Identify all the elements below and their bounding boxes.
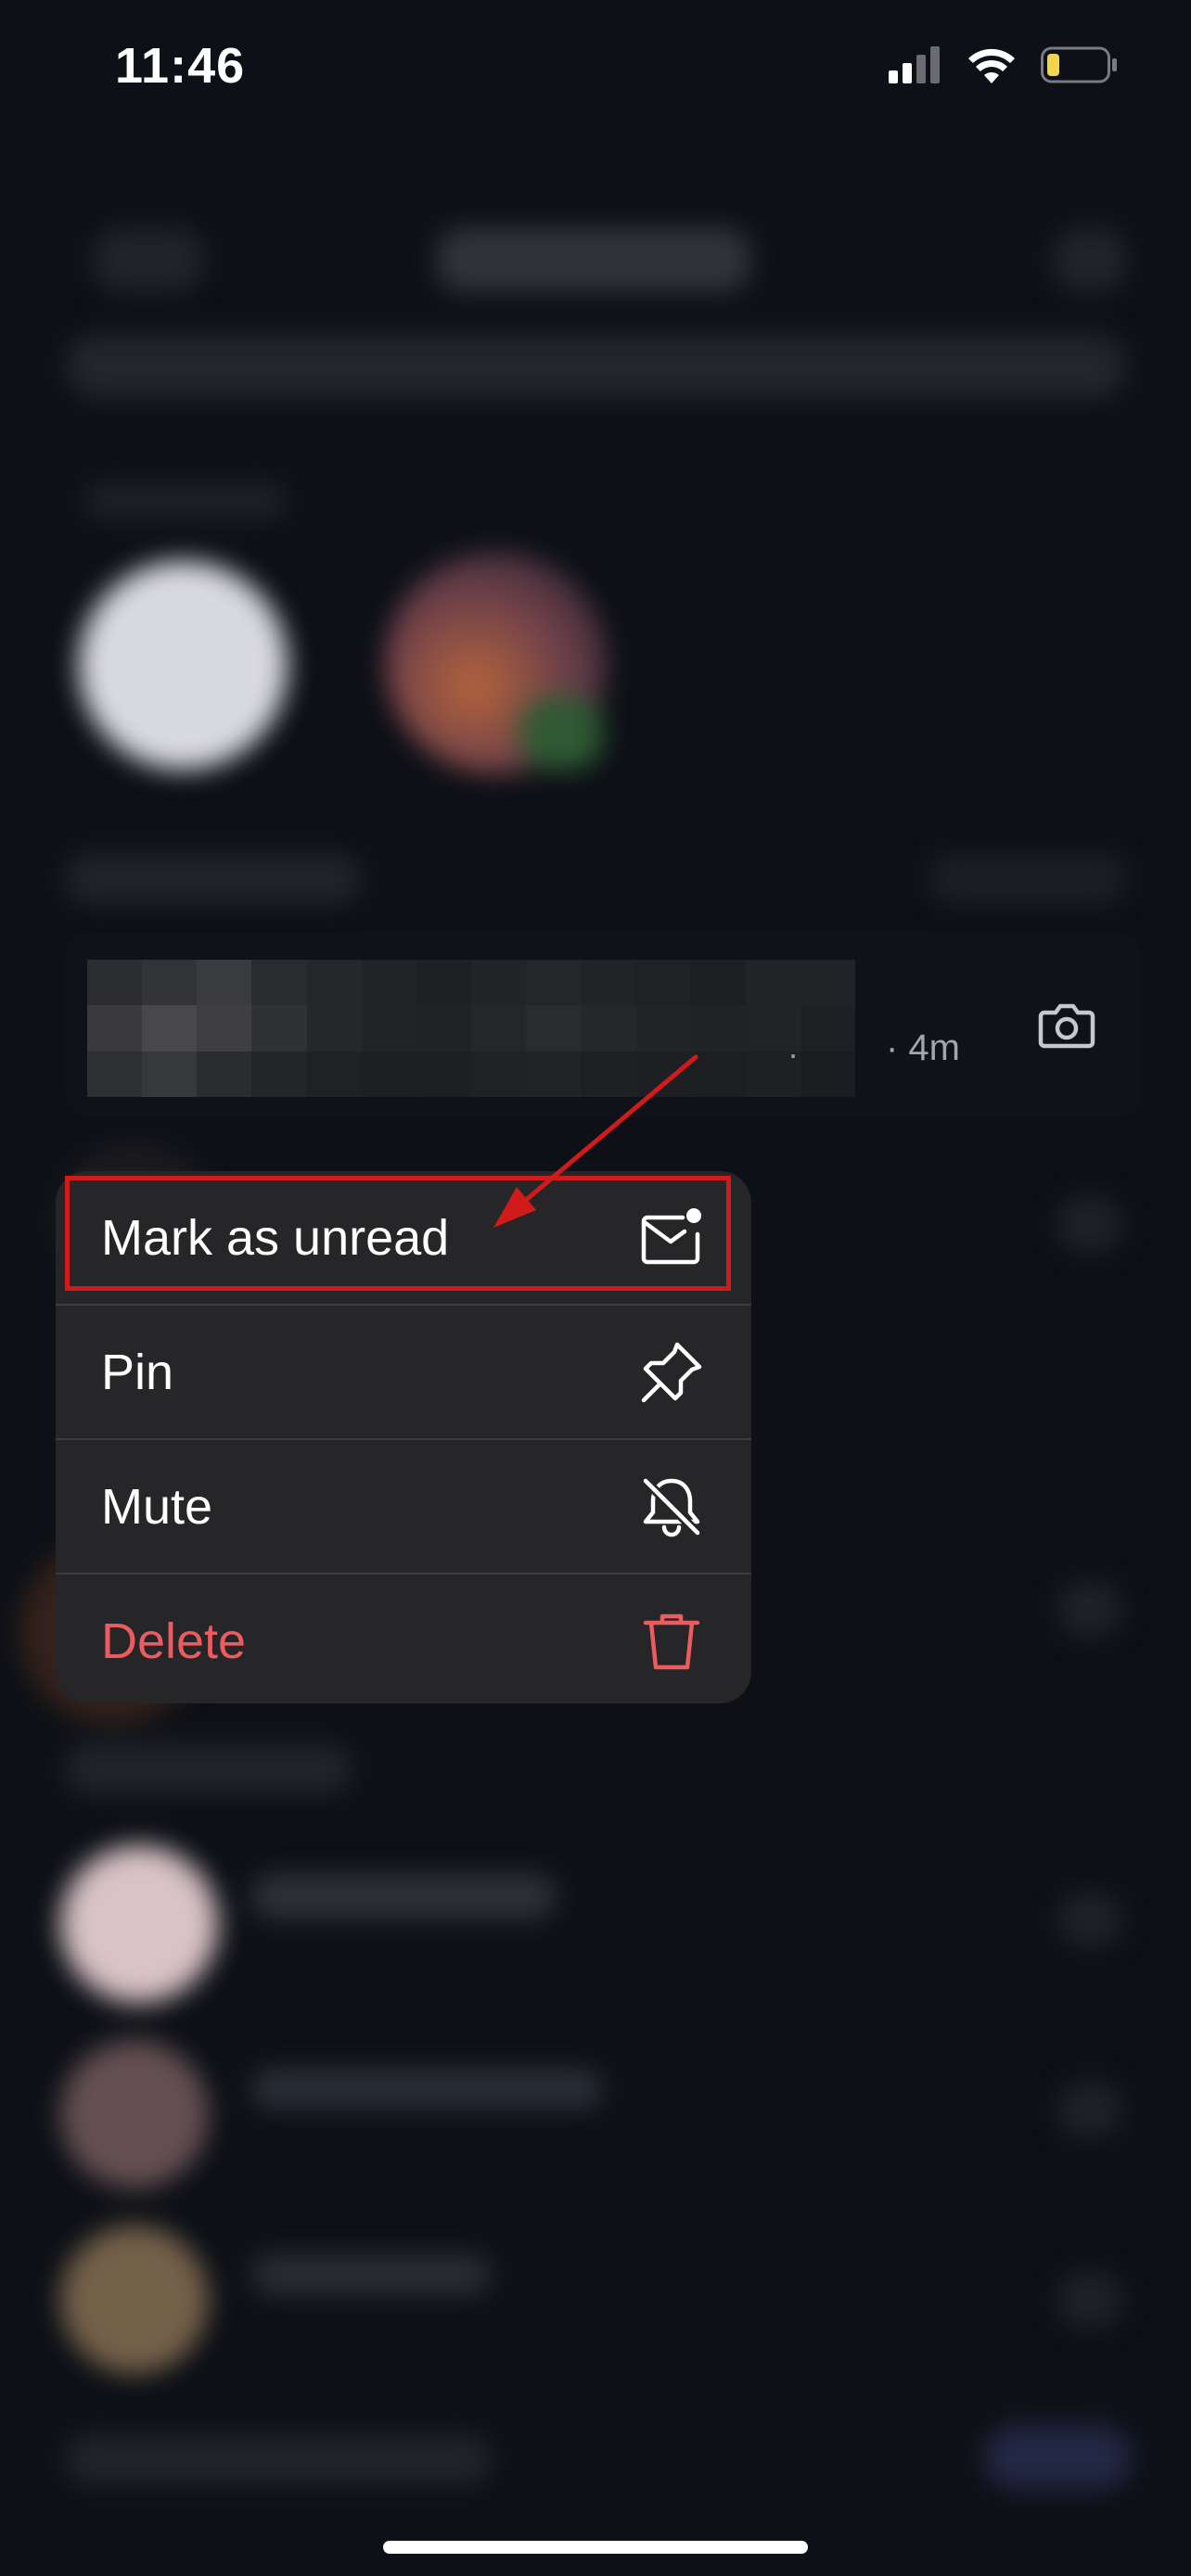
redaction-pixel [416, 960, 471, 1006]
menu-item-delete[interactable]: Delete [56, 1575, 751, 1703]
avatar-blur [60, 2040, 209, 2188]
menu-item-label: Mark as unread [101, 1209, 450, 1266]
redaction-pixel [197, 1005, 252, 1052]
trash-icon [643, 1613, 700, 1669]
search-bar-blur [65, 334, 1127, 399]
redaction-pixel [416, 1051, 471, 1097]
redaction-pixel [251, 960, 307, 1006]
redaction-pixel [526, 1051, 582, 1097]
redaction-pixel [361, 960, 416, 1006]
status-icons [889, 46, 1117, 83]
redaction-pixel [635, 1005, 691, 1052]
redaction-pixel [526, 960, 582, 1006]
text-blur [250, 1873, 557, 1919]
redaction-pixel [142, 1005, 198, 1052]
note-blur [83, 482, 288, 519]
avatar-blur [519, 695, 603, 770]
back-button-blur [93, 227, 204, 292]
camera-icon[interactable] [1035, 994, 1098, 1057]
redaction-pixel [306, 1051, 362, 1097]
wifi-icon [968, 48, 1015, 83]
menu-item-label: Delete [101, 1613, 247, 1669]
title-blur [436, 227, 751, 292]
redaction-pixel [87, 1005, 143, 1052]
redacted-conversation-preview [87, 960, 855, 1097]
menu-item-mute[interactable]: Mute [56, 1440, 751, 1573]
redaction-pixel [581, 1051, 636, 1097]
redaction-pixel [745, 960, 800, 1006]
compose-button-blur [1053, 227, 1127, 292]
redaction-pixel [800, 1005, 855, 1052]
avatar-blur [79, 561, 288, 770]
redaction-pixel [800, 1051, 855, 1097]
cellular-signal-icon [889, 46, 940, 83]
redaction-pixel [87, 960, 143, 1006]
section-label-blur [65, 1743, 352, 1794]
avatar-blur [60, 2225, 209, 2374]
text-blur [250, 2068, 603, 2110]
row-action-blur [1057, 1892, 1122, 1947]
redaction-pixel [87, 1051, 143, 1097]
redaction-pixel [526, 1005, 582, 1052]
redaction-pixel [197, 960, 252, 1006]
redaction-pixel [470, 960, 527, 1006]
redaction-pixel [197, 1051, 252, 1097]
row-action-blur [1057, 1196, 1122, 1252]
requests-link-blur [928, 853, 1127, 904]
redaction-pixel [251, 1005, 307, 1052]
menu-item-pin[interactable]: Pin [56, 1306, 751, 1438]
redaction-pixel [361, 1005, 416, 1052]
status-time: 11:46 [115, 38, 246, 94]
pin-icon [641, 1342, 702, 1402]
row-action-blur [1057, 2082, 1122, 2137]
redaction-pixel [690, 1005, 746, 1052]
footer-button-blur [983, 2425, 1132, 2490]
redaction-pixel [470, 1051, 527, 1097]
menu-item-label: Mute [101, 1478, 213, 1535]
redaction-pixel [306, 1005, 362, 1052]
bell-slash-icon [640, 1474, 703, 1538]
mail-unread-icon [641, 1207, 701, 1264]
footer-label-blur [65, 2434, 492, 2485]
redaction-pixel [470, 1005, 527, 1052]
messages-screen: 11:46 . · 4m Mark as unread Pin Mute Del… [0, 0, 1191, 2576]
focused-conversation-row[interactable] [65, 932, 1141, 1117]
redaction-pixel [361, 1051, 416, 1097]
redaction-pixel [142, 960, 198, 1006]
redaction-pixel [635, 1051, 691, 1097]
section-label-blur [65, 853, 362, 904]
row-action-blur [1057, 1581, 1122, 1637]
row-action-blur [1057, 2272, 1122, 2327]
battery-low-icon [1041, 46, 1117, 83]
avatar-blur [60, 1845, 218, 2003]
redaction-pixel [142, 1051, 198, 1097]
conversation-time: · 4m [886, 1027, 960, 1068]
redaction-pixel [800, 960, 855, 1006]
preview-ellipsis: . [788, 1027, 799, 1065]
redaction-pixel [581, 960, 636, 1006]
menu-item-mark-as-unread[interactable]: Mark as unread [56, 1171, 751, 1304]
redaction-pixel [690, 1051, 746, 1097]
text-blur [250, 2253, 492, 2295]
redaction-pixel [581, 1005, 636, 1052]
redaction-pixel [306, 960, 362, 1006]
redaction-pixel [416, 1005, 471, 1052]
home-indicator[interactable] [383, 2541, 808, 2554]
conversation-context-menu: Mark as unread Pin Mute Delete [56, 1171, 751, 1703]
menu-item-label: Pin [101, 1344, 174, 1400]
redaction-pixel [635, 960, 691, 1006]
redaction-pixel [251, 1051, 307, 1097]
redaction-pixel [690, 960, 746, 1006]
